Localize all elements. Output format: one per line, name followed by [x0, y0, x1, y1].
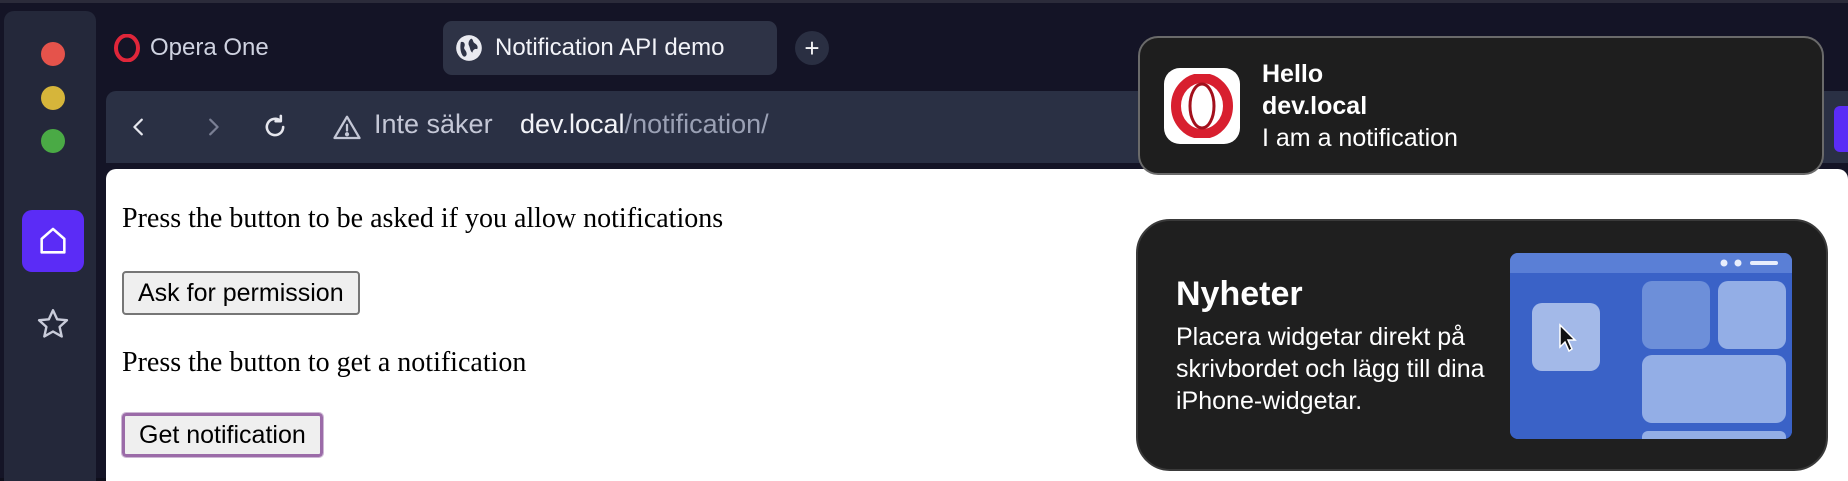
tab-notification-demo[interactable]: Notification API demo [443, 21, 777, 75]
notification-instruction: Press the button to get a notification [122, 347, 527, 378]
permission-instruction: Press the button to be asked if you allo… [122, 203, 724, 234]
widget-description: Placera widgetar direkt på skrivbordet o… [1176, 323, 1485, 415]
home-icon [40, 227, 66, 254]
notification-body: I am a notification [1262, 124, 1458, 152]
widget-title: Nyheter [1176, 275, 1303, 313]
toolbar-accent-button[interactable] [1834, 106, 1848, 152]
reload-icon [265, 114, 285, 137]
chevron-right-icon [209, 118, 219, 136]
notification-text: Hello dev.local I am a notification [1262, 58, 1458, 154]
desktop-widgets-illustration [1510, 253, 1792, 439]
maximize-window-button[interactable] [41, 129, 65, 153]
globe-icon [456, 35, 482, 61]
star-icon [37, 309, 69, 338]
ask-permission-button[interactable]: Ask for permission [122, 271, 360, 315]
new-tab-button[interactable]: + [795, 31, 829, 65]
opera-logo-icon [1171, 74, 1233, 138]
security-status[interactable]: Inte säker [374, 109, 493, 140]
opera-app-icon [1164, 68, 1240, 144]
forward-button[interactable] [192, 106, 234, 148]
minimize-window-button[interactable] [41, 86, 65, 110]
url-field[interactable]: dev.local/notification/ [520, 109, 769, 140]
warning-icon[interactable] [332, 113, 362, 143]
tab-opera-one[interactable]: Opera One [114, 21, 434, 75]
url-path: /notification/ [624, 109, 769, 139]
back-button[interactable] [118, 106, 160, 148]
home-button[interactable] [22, 210, 84, 272]
notification-popup[interactable]: Hello dev.local I am a notification [1138, 36, 1824, 175]
close-window-button[interactable] [41, 42, 65, 66]
widget-illustration [1510, 253, 1792, 439]
reload-button[interactable] [254, 106, 296, 148]
bookmarks-button[interactable] [30, 301, 76, 347]
opera-logo-icon [114, 34, 140, 62]
get-notification-button[interactable]: Get notification [121, 412, 324, 458]
news-widget[interactable]: Nyheter Placera widgetar direkt på skriv… [1136, 219, 1828, 471]
notification-title: Hello [1262, 60, 1324, 88]
browser-window: Opera One Notification API demo + Inte s… [0, 0, 1848, 481]
sidebar [4, 11, 96, 481]
tab-label: Opera One [150, 34, 269, 61]
tab-label: Notification API demo [495, 34, 725, 61]
url-host: dev.local [520, 109, 625, 139]
chevron-left-icon [133, 118, 143, 136]
notification-origin: dev.local [1262, 92, 1368, 120]
